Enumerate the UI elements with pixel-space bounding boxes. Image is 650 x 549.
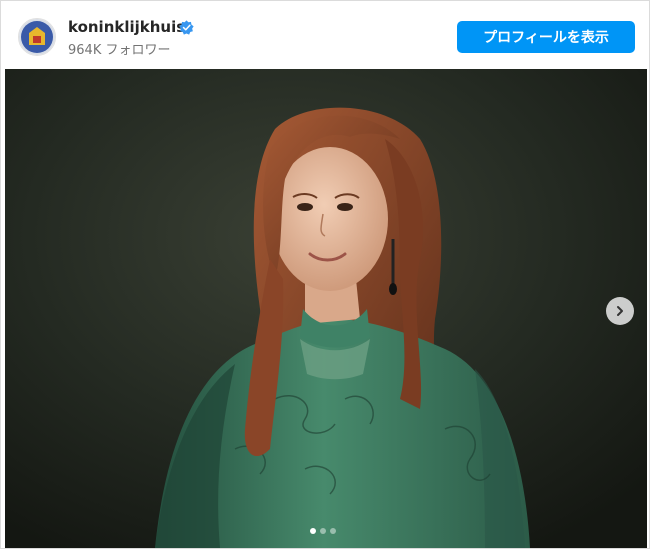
next-slide-button[interactable] [606,297,634,325]
post-image[interactable] [5,69,647,548]
carousel-dot-2 [320,528,326,534]
chevron-right-icon [617,306,623,316]
portrait-photo [5,69,647,548]
carousel-dot-1 [310,528,316,534]
username[interactable]: koninklijkhuis [68,18,185,36]
post-card: koninklijkhuis 964K フォロワー プロフィールを表示 [0,0,650,549]
follower-count: 964K フォロワー [68,43,171,58]
post-header: koninklijkhuis 964K フォロワー プロフィールを表示 [1,1,649,69]
carousel-dot-3 [330,528,336,534]
avatar[interactable] [18,18,56,56]
avatar-image [19,19,55,55]
verified-badge-icon [179,20,194,35]
carousel-indicator [310,528,336,534]
view-profile-button[interactable]: プロフィールを表示 [457,21,635,53]
